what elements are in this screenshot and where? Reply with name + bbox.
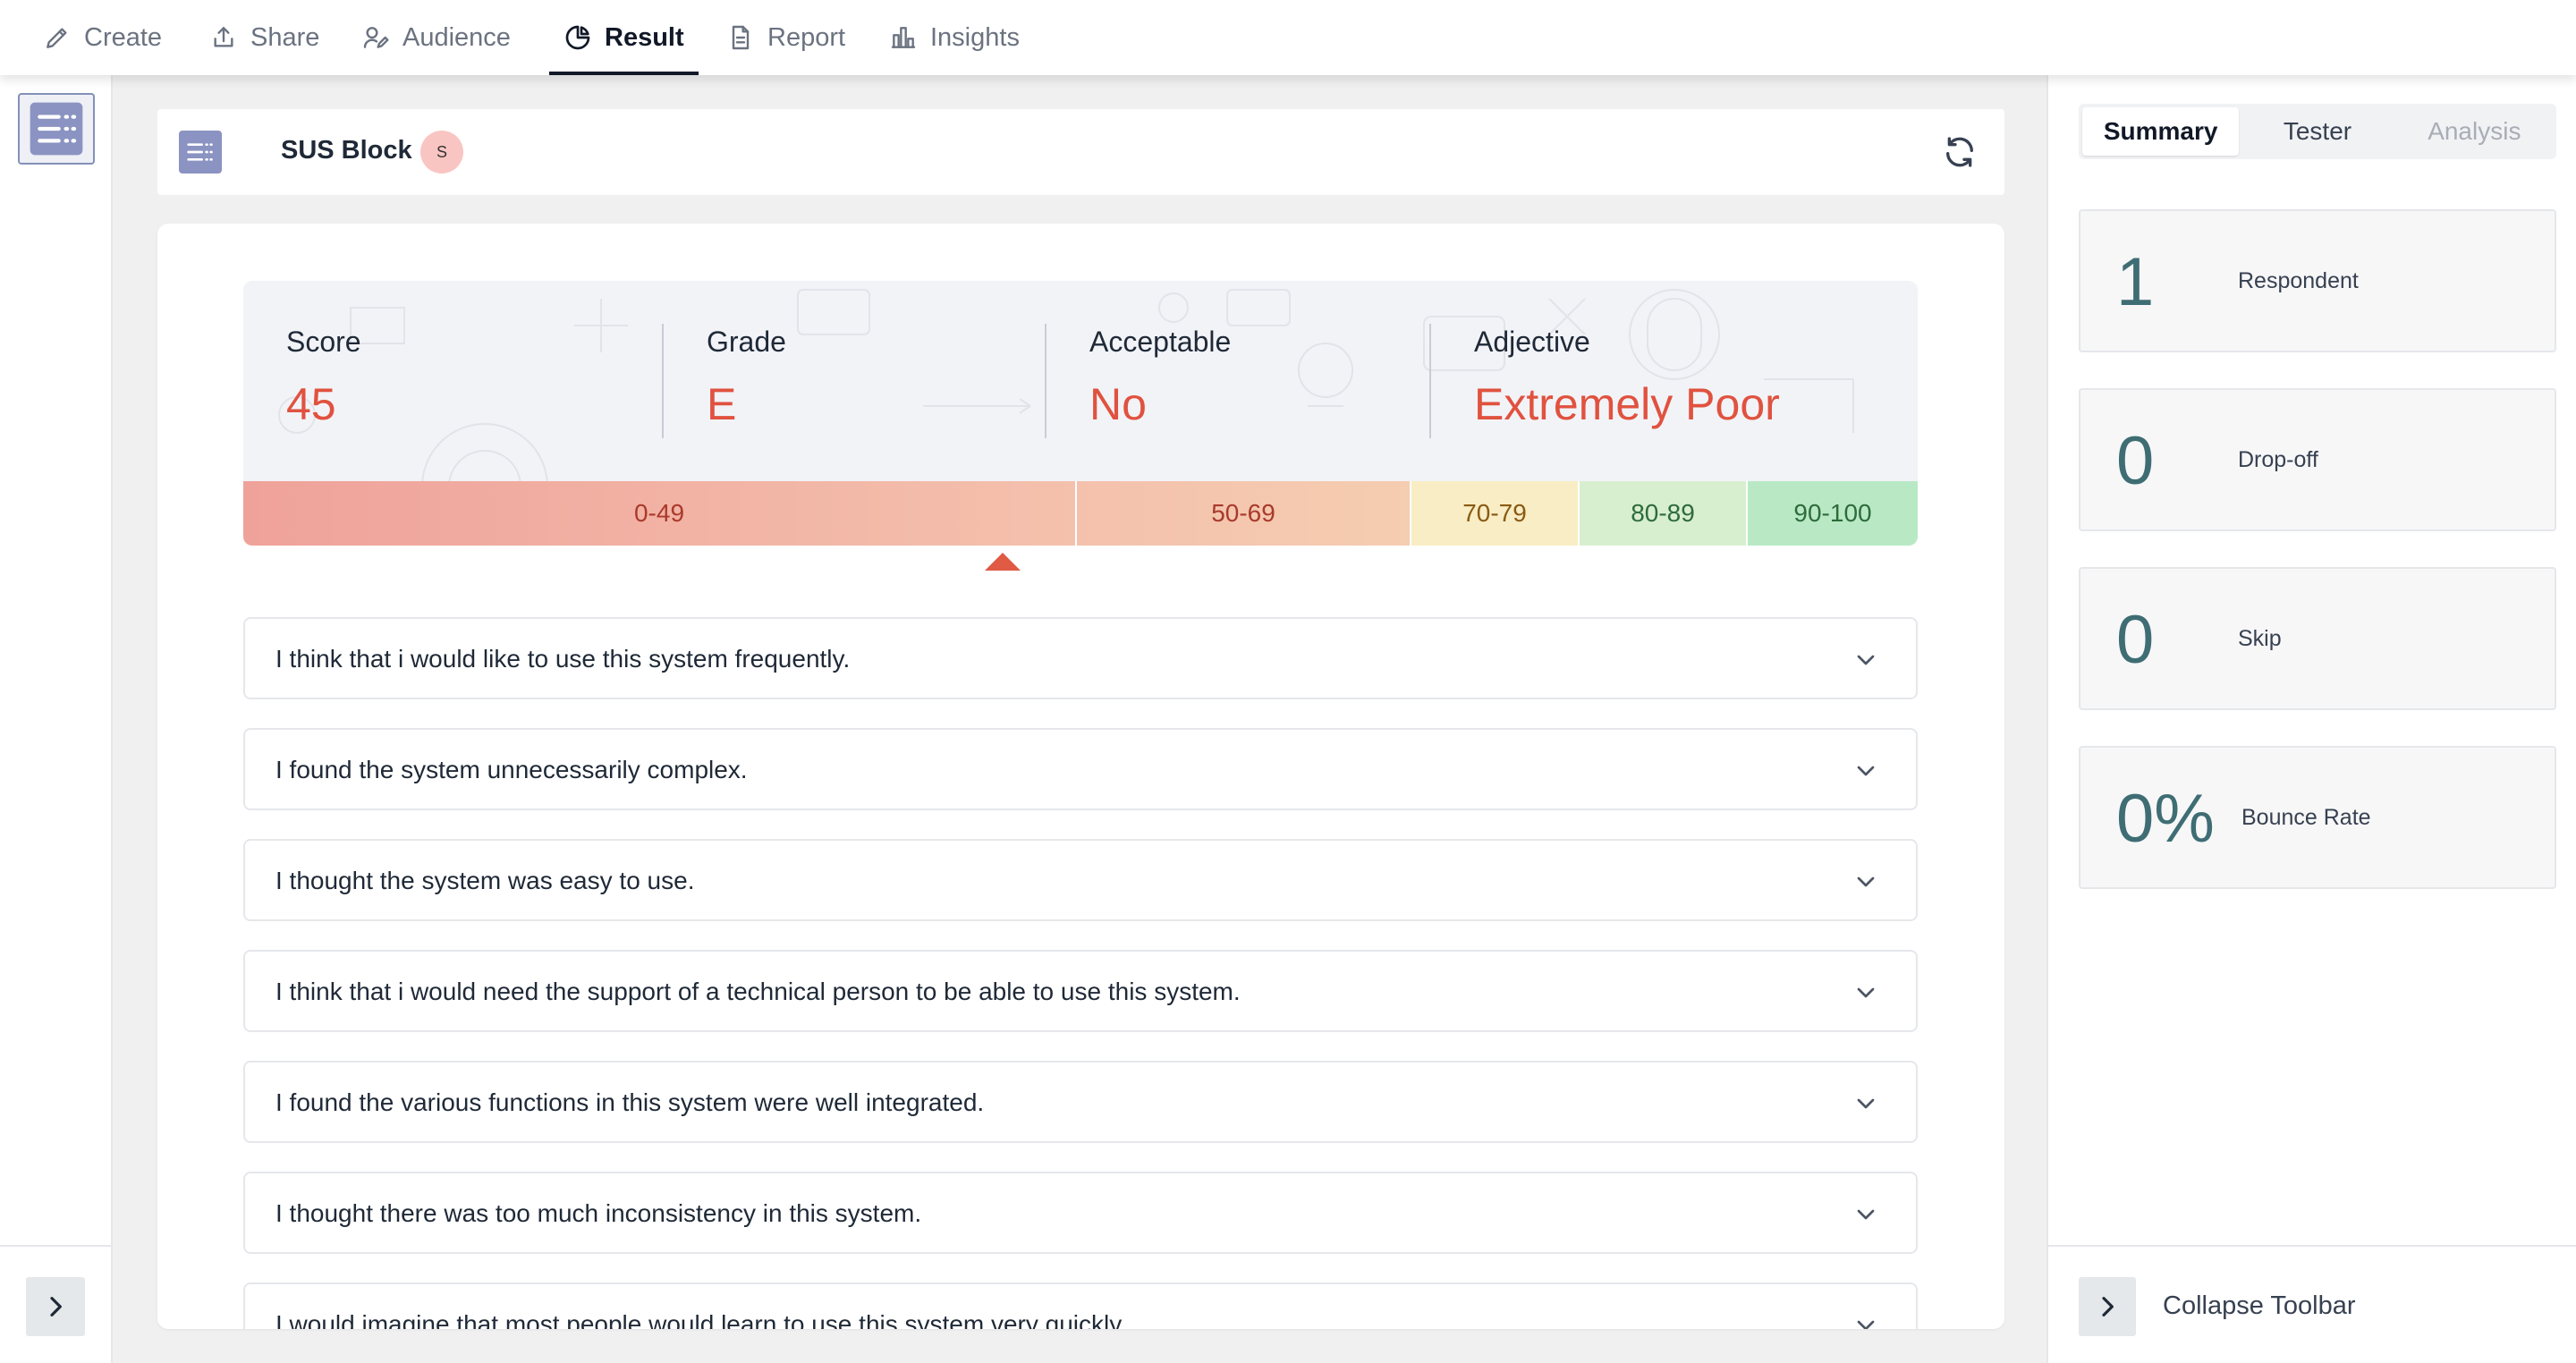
metric-divider [1045, 324, 1046, 438]
summary-tabs: Summary Tester Analysis [2079, 104, 2556, 159]
bar-chart-icon [891, 27, 916, 48]
block-thumbnail[interactable] [18, 93, 95, 165]
nav-create[interactable]: Create [43, 0, 162, 75]
question-row[interactable]: I found the various functions in this sy… [243, 1061, 1918, 1143]
stat-value: 0 [2116, 602, 2155, 678]
score-indicator-arrow [985, 553, 1021, 571]
summary-toolbar: Summary Tester Analysis 1 Respondent 0 D… [2046, 75, 2576, 1363]
metric-acceptable-value: No [1089, 379, 1147, 429]
nav-share[interactable]: Share [209, 0, 319, 75]
stat-label: Skip [2238, 626, 2282, 651]
metric-adjective-value: Extremely Poor [1474, 379, 1780, 429]
nav-result[interactable]: Result [549, 0, 699, 75]
question-text: I think that i would like to use this sy… [275, 645, 851, 673]
nav-create-label: Create [84, 22, 163, 52]
question-text: I found the system unnecessarily complex… [275, 756, 748, 783]
metric-acceptable-label: Acceptable [1089, 326, 1232, 358]
pie-chart-icon [565, 25, 590, 50]
range-segment-70-79: 70-79 [1411, 481, 1580, 546]
question-row[interactable]: I thought there was too much inconsisten… [243, 1172, 1918, 1254]
stat-label: Drop-off [2238, 447, 2318, 472]
metric-divider [662, 324, 664, 438]
pencil-icon [47, 28, 67, 48]
question-text: I think that i would need the support of… [275, 978, 1241, 1005]
chevron-right-icon [50, 1297, 62, 1316]
metric-grade-value: E [707, 379, 737, 429]
metric-acceptable: Acceptable No [1089, 326, 1231, 430]
stat-skip: 0 Skip [2079, 567, 2556, 710]
share-upload-icon [214, 27, 233, 47]
collapse-toolbar-label[interactable]: Collapse Toolbar [2163, 1291, 2356, 1321]
metric-grade: Grade E [707, 326, 786, 430]
chevron-down-icon [1857, 655, 1875, 665]
stat-value: 1 [2116, 244, 2155, 320]
expand-sidebar-button[interactable] [26, 1277, 85, 1336]
metric-adjective-label: Adjective [1474, 326, 1590, 358]
nav-result-label: Result [605, 22, 684, 52]
chevron-down-icon [1857, 1209, 1875, 1220]
nav-audience-label: Audience [402, 22, 511, 52]
top-navigation: Create Share Audience Result Report Insi… [0, 0, 2576, 75]
tab-analysis[interactable]: Analysis [2396, 107, 2553, 156]
nav-report-label: Report [767, 22, 846, 52]
metric-grade-label: Grade [707, 326, 786, 358]
stat-label: Respondent [2238, 268, 2359, 293]
question-text: I thought there was too much inconsisten… [275, 1199, 922, 1227]
nav-insights-label: Insights [930, 22, 1020, 52]
block-type-badge: S [420, 131, 463, 174]
nav-report[interactable]: Report [726, 0, 845, 75]
left-block-rail [0, 75, 113, 1363]
sus-score-panel: Score 45 Grade E Acceptable No Adjective… [243, 281, 1918, 481]
question-row[interactable]: I found the system unnecessarily complex… [243, 728, 1918, 810]
question-text: I would imagine that most people would l… [275, 1310, 1127, 1329]
chevron-down-icon [1857, 876, 1875, 887]
nav-audience[interactable]: Audience [361, 0, 511, 75]
range-segment-0-49: 0-49 [243, 481, 1077, 546]
question-text: I thought the system was easy to use. [275, 867, 695, 894]
stat-respondent: 1 Respondent [2079, 209, 2556, 352]
metric-score: Score 45 [286, 326, 361, 430]
stat-value: 0% [2116, 781, 2215, 857]
list-block-icon [30, 102, 83, 156]
stat-bounce-rate: 0% Bounce Rate [2079, 746, 2556, 889]
range-segment-80-89: 80-89 [1580, 481, 1748, 546]
rail-divider [0, 1245, 111, 1247]
stat-label: Bounce Rate [2241, 805, 2371, 830]
collapse-toolbar-button[interactable] [2079, 1277, 2136, 1336]
toolbar-divider [2048, 1245, 2576, 1247]
sus-block-icon [179, 131, 222, 174]
chevron-down-icon [1857, 987, 1875, 998]
nav-share-label: Share [250, 22, 320, 52]
question-row[interactable]: I think that i would like to use this sy… [243, 617, 1918, 699]
question-row[interactable]: I would imagine that most people would l… [243, 1283, 1918, 1329]
tab-summary[interactable]: Summary [2082, 107, 2240, 156]
question-row[interactable]: I thought the system was easy to use. [243, 839, 1918, 921]
question-row[interactable]: I think that i would need the support of… [243, 950, 1918, 1032]
chevron-down-icon [1857, 766, 1875, 776]
metric-score-label: Score [286, 326, 361, 358]
chevron-right-icon [2102, 1297, 2114, 1316]
refresh-icon [1946, 137, 1973, 167]
stat-drop-off: 0 Drop-off [2079, 388, 2556, 531]
chevron-down-icon [1857, 1320, 1875, 1329]
audience-icon [363, 27, 389, 48]
metric-divider [1429, 324, 1431, 438]
stat-value: 0 [2116, 423, 2155, 499]
document-icon [732, 25, 750, 50]
chevron-down-icon [1857, 1098, 1875, 1109]
block-header: SUS Block S [157, 109, 2004, 195]
question-text: I found the various functions in this sy… [275, 1088, 985, 1116]
range-segment-90-100: 90-100 [1748, 481, 1918, 546]
results-card: Score 45 Grade E Acceptable No Adjective… [157, 224, 2004, 1329]
range-segment-50-69: 50-69 [1077, 481, 1411, 546]
main-content: SUS Block S Score 45 Grade E Acceptable … [113, 75, 2046, 1363]
nav-insights[interactable]: Insights [889, 0, 1020, 75]
refresh-button[interactable] [1940, 132, 1979, 172]
metric-score-value: 45 [286, 379, 336, 429]
grade-range-bar: 0-49 50-69 70-79 80-89 90-100 [243, 481, 1918, 546]
block-title: SUS Block [281, 136, 412, 165]
metric-adjective: Adjective Extremely Poor [1474, 326, 1780, 430]
tab-tester[interactable]: Tester [2239, 107, 2395, 156]
